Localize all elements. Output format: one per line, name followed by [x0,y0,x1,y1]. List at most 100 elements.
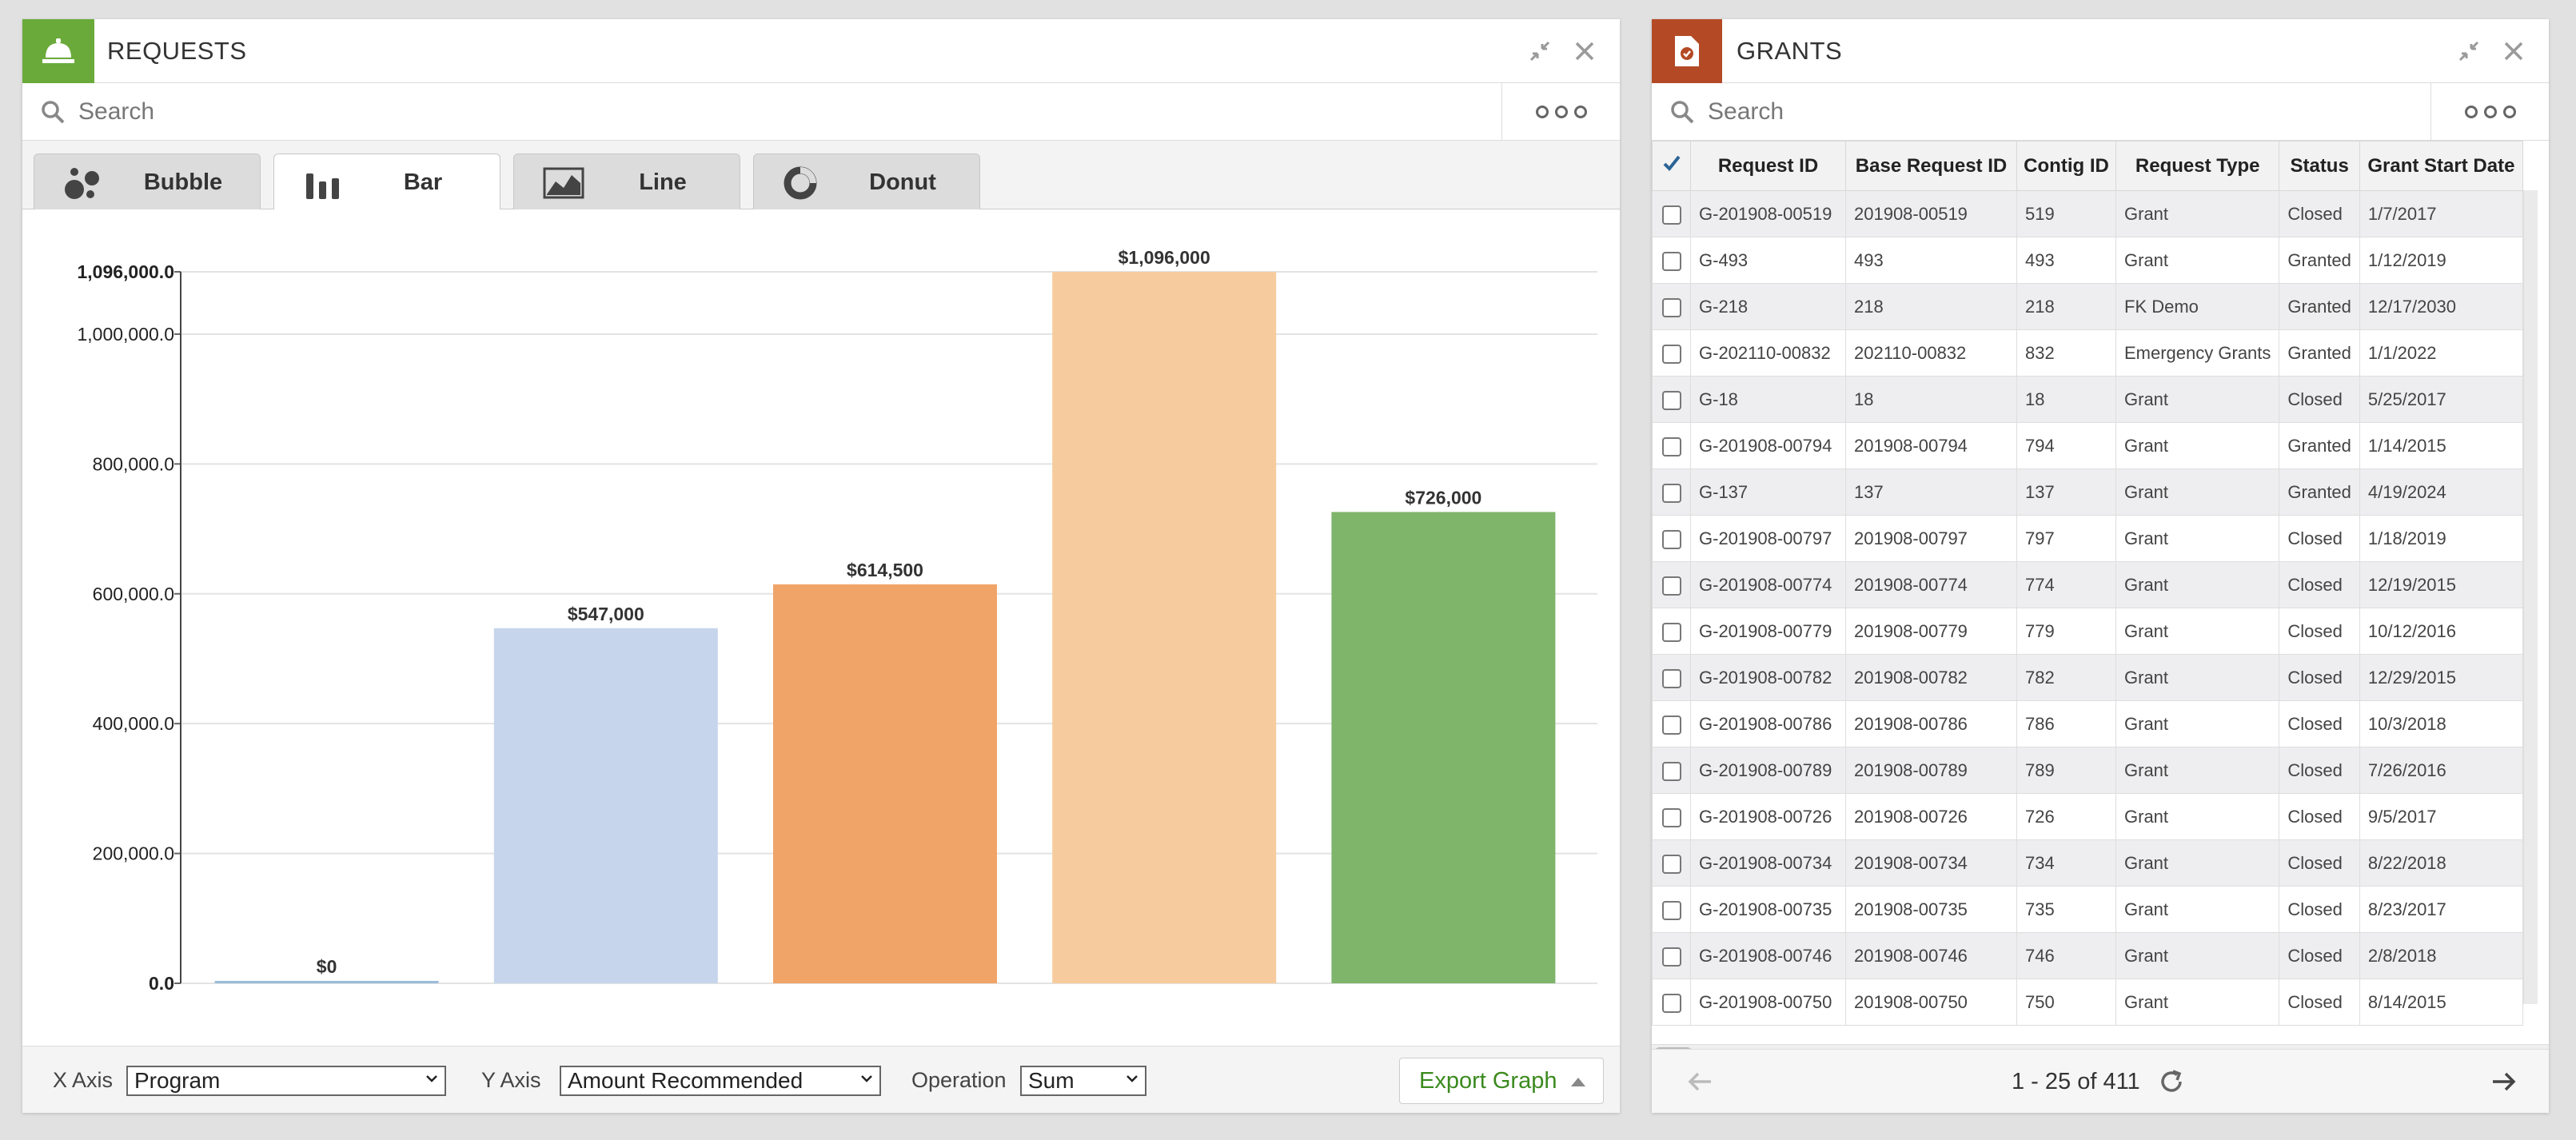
table-row[interactable]: G-201908-00797 201908-00797 797 Grant Closed… [1652,515,2523,562]
requests-search-input[interactable] [78,93,1438,131]
column-header-request-id[interactable]: Request ID [1690,141,1846,191]
table-row[interactable]: G-201908-00734 201908-00734 734 Grant Closed… [1652,839,2523,887]
more-options-button[interactable] [1501,83,1620,141]
more-options-button[interactable] [2430,83,2549,141]
column-header-grant-start-date[interactable]: Grant Start Date [2359,141,2523,191]
table-row[interactable]: G-137 137 137 Grant Granted 4/19/2024 [1652,468,2523,516]
row-checkbox[interactable] [1661,205,1681,225]
row-checkbox-cell [1652,793,1691,840]
request-id-link[interactable]: G-201908-00789 [1690,747,1846,794]
y-axis-select[interactable]: Amount Recommended [560,1066,881,1096]
bar-value-label: $726,000 [1405,487,1481,508]
grants-table: Request ID Base Request ID Contig ID Req… [1652,141,2523,1026]
request-id-link[interactable]: G-18 [1690,376,1846,423]
table-row[interactable]: G-201908-00726 201908-00726 726 Grant Closed… [1652,793,2523,840]
row-checkbox[interactable] [1661,761,1681,781]
request-id-link[interactable]: G-201908-00782 [1690,654,1846,701]
row-checkbox[interactable] [1661,251,1681,271]
row-checkbox[interactable] [1661,576,1681,596]
refresh-icon[interactable] [2157,1067,2186,1096]
x-axis-select[interactable]: Program [126,1066,446,1096]
base-request-id-cell: 493 [1845,237,2017,284]
status-cell: Closed [2279,190,2360,237]
request-type-cell: Grant [2115,886,2280,933]
status-cell: Closed [2279,793,2360,840]
request-type-cell: FK Demo [2115,283,2280,330]
row-checkbox[interactable] [1661,668,1681,688]
row-checkbox-cell [1652,932,1691,979]
request-type-cell: Grant [2115,190,2280,237]
status-cell: Granted [2279,329,2360,377]
request-id-link[interactable]: G-201908-00750 [1690,979,1846,1026]
bar-chart: 0.0 200,000.0 400,000.0 600,000.0 800,000.0 1… [22,209,1620,1057]
tab-donut[interactable]: Donut [753,153,980,209]
row-checkbox[interactable] [1661,622,1681,642]
row-checkbox[interactable] [1661,900,1681,920]
minimize-icon[interactable] [2453,35,2485,67]
table-row[interactable]: G-218 218 218 FK Demo Granted 12/17/2030 [1652,283,2523,330]
request-id-link[interactable]: G-201908-00726 [1690,793,1846,840]
request-id-link[interactable]: G-201908-00779 [1690,608,1846,655]
request-id-link[interactable]: G-201908-00797 [1690,515,1846,562]
row-checkbox-cell [1652,190,1691,237]
table-row[interactable]: G-201908-00789 201908-00789 789 Grant Closed… [1652,747,2523,794]
y-tick-label: 1,096,000.0 [77,261,174,282]
row-checkbox[interactable] [1661,529,1681,549]
request-id-link[interactable]: G-201908-00786 [1690,700,1846,747]
row-checkbox[interactable] [1661,993,1681,1013]
request-id-link[interactable]: G-201908-00519 [1690,190,1846,237]
request-id-link[interactable]: G-201908-00735 [1690,886,1846,933]
bar-value-label: $0 [317,956,337,977]
export-graph-button[interactable]: Export Graph [1399,1058,1604,1104]
table-row[interactable]: G-493 493 493 Grant Granted 1/12/2019 [1652,237,2523,284]
tab-line[interactable]: Line [513,153,740,209]
row-checkbox[interactable] [1661,297,1681,317]
table-row[interactable]: G-201908-00735 201908-00735 735 Grant Closed… [1652,886,2523,933]
minimize-icon[interactable] [1524,35,1556,67]
row-checkbox[interactable] [1661,344,1681,364]
table-row[interactable]: G-201908-00786 201908-00786 786 Grant Closed… [1652,700,2523,747]
row-checkbox[interactable] [1661,483,1681,503]
request-id-link[interactable]: G-201908-00794 [1690,422,1846,469]
tab-bubble[interactable]: Bubble [34,153,261,209]
table-row[interactable]: G-201908-00782 201908-00782 782 Grant Closed… [1652,654,2523,701]
table-row[interactable]: G-201908-00779 201908-00779 779 Grant Closed… [1652,608,2523,655]
table-row[interactable]: G-201908-00750 201908-00750 750 Grant Closed… [1652,979,2523,1026]
column-header-base-request-id[interactable]: Base Request ID [1845,141,2017,191]
column-header-contig-id[interactable]: Contig ID [2016,141,2116,191]
row-checkbox[interactable] [1661,854,1681,874]
table-row[interactable]: G-201908-00519 201908-00519 519 Grant Closed… [1652,190,2523,237]
table-row[interactable]: G-201908-00794 201908-00794 794 Grant Grante… [1652,422,2523,469]
table-row[interactable]: G-201908-00746 201908-00746 746 Grant Closed… [1652,932,2523,979]
table-row[interactable]: G-18 18 18 Grant Closed 5/25/2017 [1652,376,2523,423]
vertical-scrollbar[interactable] [2523,190,2538,1004]
row-checkbox-cell [1652,376,1691,423]
row-checkbox[interactable] [1661,715,1681,735]
request-id-link[interactable]: G-493 [1690,237,1846,284]
request-id-link[interactable]: G-201908-00774 [1690,561,1846,608]
row-checkbox[interactable] [1661,390,1681,410]
request-id-link[interactable]: G-218 [1690,283,1846,330]
request-id-link[interactable]: G-137 [1690,468,1846,516]
row-checkbox[interactable] [1661,807,1681,827]
table-row[interactable]: G-202110-00832 202110-00832 832 Emergency G… [1652,329,2523,377]
tab-bar[interactable]: Bar [273,153,500,210]
close-icon[interactable] [2498,35,2530,67]
table-row[interactable]: G-201908-00774 201908-00774 774 Grant Closed… [1652,561,2523,608]
request-id-link[interactable]: G-201908-00746 [1690,932,1846,979]
arrow-right-icon[interactable] [2488,1066,2520,1098]
request-id-link[interactable]: G-202110-00832 [1690,329,1846,377]
select-all-checkbox[interactable] [1652,141,1691,191]
base-request-id-cell: 201908-00519 [1845,190,2017,237]
request-id-link[interactable]: G-201908-00734 [1690,839,1846,887]
column-header-request-type[interactable]: Request Type [2115,141,2280,191]
grants-search-input[interactable] [1708,93,2411,131]
column-header-status[interactable]: Status [2279,141,2360,191]
close-icon[interactable] [1569,35,1601,67]
row-checkbox[interactable] [1661,947,1681,967]
grants-grid: Request ID Base Request ID Contig ID Req… [1652,141,2549,1055]
arrow-left-icon[interactable] [1684,1066,1716,1098]
contig-id-cell: 493 [2016,237,2116,284]
row-checkbox[interactable] [1661,436,1681,456]
operation-select[interactable]: Sum [1020,1066,1146,1096]
